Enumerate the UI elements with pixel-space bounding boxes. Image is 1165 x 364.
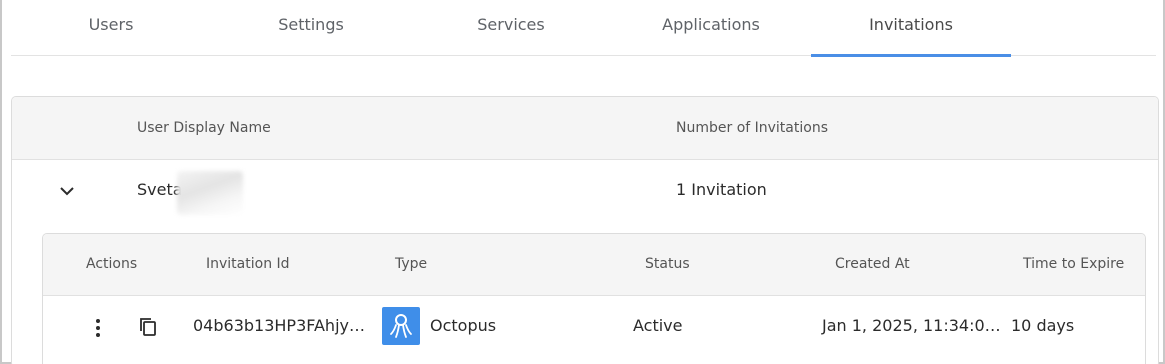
column-header-type[interactable]: Type (395, 256, 427, 272)
column-header-created-at[interactable]: Created At (835, 256, 910, 272)
column-header-status[interactable]: Status (645, 256, 690, 272)
chevron-down-icon[interactable] (58, 182, 76, 200)
user-display-name: Sveta (137, 180, 183, 199)
column-header-user-display-name[interactable]: User Display Name (137, 120, 271, 136)
invitation-id: 04b63b13HP3FAhjy… (193, 316, 365, 335)
tab-services[interactable]: Services (411, 0, 611, 55)
invitation-created-at: Jan 1, 2025, 11:34:0… (822, 316, 1001, 335)
tab-applications[interactable]: Applications (611, 0, 811, 55)
table-header: Actions Invitation Id Type Status Create… (43, 234, 1145, 296)
invitation-type: Octopus (430, 316, 497, 335)
tab-settings[interactable]: Settings (211, 0, 411, 55)
column-header-invitation-id[interactable]: Invitation Id (206, 256, 290, 272)
more-options-icon[interactable] (93, 318, 103, 338)
octopus-icon (382, 307, 420, 345)
column-header-number-of-invitations[interactable]: Number of Invitations (676, 120, 828, 136)
users-invitations-table: User Display Name Number of Invitations … (11, 96, 1159, 364)
tab-users[interactable]: Users (11, 0, 211, 55)
column-header-time-to-expire[interactable]: Time to Expire (1023, 256, 1124, 272)
copy-icon[interactable] (139, 317, 157, 337)
table-header: User Display Name Number of Invitations (12, 97, 1158, 160)
column-header-actions: Actions (86, 256, 138, 272)
invitation-status: Active (633, 316, 683, 335)
tab-bar: Users Settings Services Applications Inv… (11, 0, 1156, 57)
invitation-count: 1 Invitation (676, 180, 767, 199)
tab-invitations[interactable]: Invitations (811, 0, 1011, 57)
table-row: 04b63b13HP3FAhjy… Octopus Active Jan 1, … (43, 296, 1145, 358)
redacted-name-blur (177, 171, 243, 215)
invitations-detail-table: Actions Invitation Id Type Status Create… (42, 233, 1146, 364)
invitation-time-to-expire: 10 days (1011, 316, 1075, 335)
